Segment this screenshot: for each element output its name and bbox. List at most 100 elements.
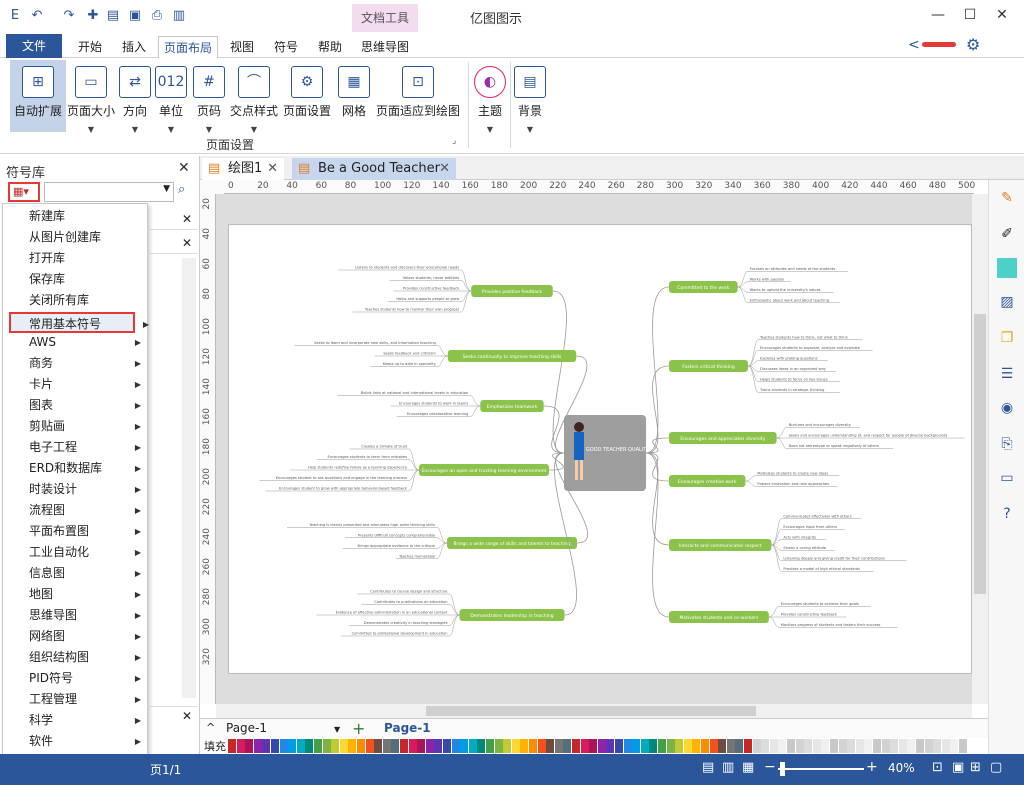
subtopic-label[interactable]: Enthusiastic about work and about teachi… [750, 298, 829, 302]
color-swatch[interactable] [408, 739, 417, 753]
format-painter-icon[interactable]: ✎ [997, 188, 1017, 208]
page-size-button[interactable]: ▭ 页面大小 ▼ [66, 60, 116, 134]
subtopic-label[interactable]: Teaches students how to think, not what … [759, 335, 849, 339]
color-swatch[interactable] [615, 739, 623, 753]
color-swatch[interactable] [898, 739, 907, 753]
color-swatch[interactable] [331, 739, 340, 753]
fit-page-icon[interactable]: ⊡ [932, 760, 943, 775]
color-swatch[interactable] [520, 739, 529, 753]
mindmap-branch-node[interactable]: Encourages and appreciates diversity [669, 432, 777, 444]
color-swatch[interactable] [554, 739, 563, 753]
color-swatch[interactable] [804, 739, 813, 753]
color-swatch[interactable] [451, 739, 460, 753]
close-icon[interactable]: ✕ [182, 709, 192, 723]
grid-button[interactable]: ▦ 网格 [336, 60, 372, 132]
color-swatch[interactable] [296, 739, 305, 753]
color-swatch[interactable] [546, 739, 555, 753]
subtopic-label[interactable]: Encourages students to organize, analyze… [760, 346, 861, 350]
color-swatch[interactable] [606, 739, 615, 753]
subtopic-label[interactable]: Encourages student to grow with appropri… [279, 487, 408, 491]
color-swatch[interactable] [830, 739, 838, 753]
subtopic-label[interactable]: Encourages students to learn from mistak… [328, 455, 408, 459]
menu-item[interactable]: 剪贴画 ▶ [3, 416, 147, 437]
subtopic-label[interactable]: Seeks to learn and incorporate new skill… [314, 341, 436, 345]
zoom-out-icon[interactable]: − [764, 759, 776, 775]
mindmap-branch-node[interactable]: Committed to the work [669, 281, 738, 293]
color-swatch[interactable] [503, 739, 512, 753]
color-swatch[interactable] [718, 739, 727, 753]
color-swatch[interactable] [838, 739, 847, 753]
horizontal-scrollbar[interactable] [216, 704, 972, 718]
mindmap-branch-node[interactable]: Interacts and communicates respect [669, 539, 772, 551]
mindmap-branch-node[interactable]: Encourages an open and trusting learning… [419, 464, 549, 476]
subtopic-label[interactable]: Encourages collaborative learning [407, 412, 468, 416]
subtopic-label[interactable]: Encourages input from others [783, 525, 837, 529]
subtopic-label[interactable]: Presents difficult concepts comprehensib… [358, 533, 436, 537]
context-tab[interactable]: 文档工具 [352, 4, 418, 32]
color-swatch[interactable] [245, 739, 254, 753]
color-swatch[interactable] [959, 739, 967, 753]
orientation-button[interactable]: ⇄ 方向 ▼ [118, 60, 152, 134]
color-swatch[interactable] [812, 739, 821, 753]
menu-item[interactable]: 流程图 ▶ [3, 500, 147, 521]
color-swatch[interactable] [683, 739, 692, 753]
color-swatch[interactable] [563, 739, 572, 753]
subtopic-label[interactable]: Motivates students to create new ideas [757, 471, 828, 475]
color-swatch[interactable] [709, 739, 718, 753]
subtopic-label[interactable]: Seeks feedback and criticism [383, 352, 436, 356]
color-swatch[interactable] [933, 739, 942, 753]
page-view-icon[interactable]: ▥ [722, 760, 734, 775]
doc-tab-drawing1[interactable]: ▤ 绘图1 ✕ [202, 158, 284, 180]
page-setup-button[interactable]: ⚙ 页面设置 [282, 60, 332, 132]
mindmap-branch-node[interactable]: Seeks continually to improve teaching sk… [447, 350, 577, 362]
mindmap-branch-node[interactable]: Brings a wide range of skills and talent… [447, 537, 577, 549]
subtopic-label[interactable]: Seeks and encourages understanding of, a… [789, 434, 948, 438]
tab-symbols[interactable]: 符号 [266, 36, 306, 58]
menu-item[interactable]: 工业自动化 ▶ [3, 542, 147, 563]
subtopic-label[interactable]: Communicates effectively with others [783, 514, 851, 518]
redo-icon[interactable]: ↷ [60, 7, 78, 25]
color-swatch[interactable] [666, 739, 675, 753]
subtopic-label[interactable]: Shows a caring attitude [783, 546, 826, 550]
zoom-slider-thumb[interactable] [780, 762, 785, 776]
presentation-icon[interactable]: ▦ [742, 760, 754, 775]
tab-help[interactable]: 帮助 [310, 36, 350, 58]
color-swatch[interactable] [597, 739, 606, 753]
chevron-down-icon[interactable]: ▼ [334, 725, 340, 734]
color-swatch[interactable] [855, 739, 864, 753]
layers-icon[interactable]: ❐ [997, 328, 1017, 348]
menu-item[interactable]: 平面布置图 ▶ [3, 521, 147, 542]
subtopic-label[interactable]: Wants to uphold the university's values [750, 288, 821, 292]
color-swatch[interactable] [761, 739, 770, 753]
mindmap-branch-node[interactable]: Encourages creative work [669, 475, 746, 487]
add-page-icon[interactable]: + [352, 719, 365, 738]
subtopic-label[interactable]: Listens to students and discovers their … [355, 266, 459, 270]
zoom-slider[interactable] [778, 768, 864, 770]
color-swatch[interactable] [417, 739, 426, 753]
subtopic-label[interactable]: Monitors progress of students and foster… [781, 623, 881, 627]
normal-view-icon[interactable]: ▤ [702, 760, 714, 775]
menu-item[interactable]: 商务 ▶ [3, 353, 147, 374]
subtopic-label[interactable]: Encourages students to work in teams [399, 402, 468, 406]
color-swatch[interactable] [228, 739, 236, 753]
color-swatch[interactable] [271, 739, 279, 753]
color-swatch[interactable] [890, 739, 899, 753]
comment-icon[interactable]: ▭ [997, 468, 1017, 488]
unit-button[interactable]: 012 单位 ▼ [154, 60, 188, 134]
menu-item[interactable]: 信息图 ▶ [3, 563, 147, 584]
menu-item[interactable]: 组织结构图 ▶ [3, 647, 147, 668]
tab-mindmap[interactable]: 思维导图 [354, 36, 416, 58]
search-icon[interactable]: ⌕ [178, 182, 185, 197]
close-icon[interactable]: ✕ [182, 236, 192, 250]
subtopic-label[interactable]: Acts with integrity [783, 535, 817, 539]
menu-item[interactable]: 软件 ▶ [3, 731, 147, 752]
mindmap-branch-node[interactable]: Emphasizes teamwork [480, 400, 544, 412]
color-swatch[interactable] [589, 739, 598, 753]
menu-item[interactable]: 图表 ▶ [3, 395, 147, 416]
jump-style-button[interactable]: ⌒ 交点样式 ▼ [228, 60, 280, 134]
fit-to-drawing-button[interactable]: ⊡ 页面适应到绘图 [376, 60, 460, 132]
menu-item[interactable]: PID符号 ▶ [3, 668, 147, 689]
subtopic-label[interactable]: Builds links at national and internation… [361, 391, 469, 395]
menu-item[interactable]: 思维导图 ▶ [3, 605, 147, 626]
color-swatch[interactable] [873, 739, 881, 753]
